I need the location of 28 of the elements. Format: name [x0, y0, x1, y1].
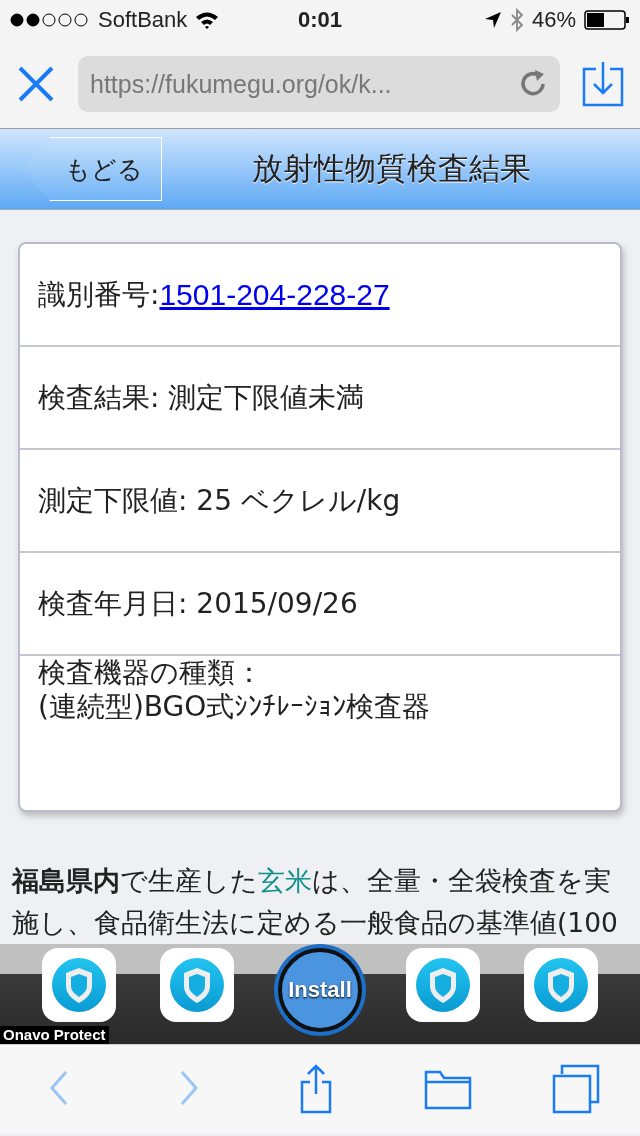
- battery-icon: [584, 10, 630, 30]
- shield-app-icon[interactable]: [524, 948, 598, 1022]
- shield-app-icon[interactable]: [160, 948, 234, 1022]
- carrier-name: SoftBank: [98, 7, 188, 33]
- field-label: 検査機器の種類：: [38, 656, 263, 690]
- close-icon[interactable]: [16, 64, 56, 104]
- paragraph-line: 福島県内で生産した玄米は、全量・全袋検査を実: [12, 864, 612, 898]
- location-icon: [483, 11, 502, 29]
- paragraph-line: 施し、食品衛生法に定める一般食品の基準値(100: [12, 906, 619, 940]
- signal-icon: [10, 13, 90, 27]
- app-name: Onavo Protect: [0, 1026, 109, 1044]
- shield-app-icon[interactable]: [406, 948, 480, 1022]
- back-button[interactable]: もどる: [22, 137, 162, 201]
- result-text: 検査結果: 測定下限値未満: [38, 379, 365, 416]
- shield-app-icon[interactable]: [42, 948, 116, 1022]
- field-value: (連続型)BGO式ｼﾝﾁﾚｰｼｮﾝ検査器: [38, 689, 431, 724]
- clock-time: 0:01: [298, 7, 343, 33]
- download-icon[interactable]: [582, 61, 624, 107]
- wifi-icon: [195, 11, 220, 29]
- battery-percent: 46%: [531, 7, 576, 33]
- tabs-icon[interactable]: [552, 1064, 600, 1114]
- page-title: 放射性物質検査結果: [250, 149, 532, 188]
- bluetooth-icon: [509, 8, 524, 32]
- result-text: 測定下限値: 25 ベクレル/kg: [38, 482, 401, 519]
- field-label: 識別番号:: [38, 276, 160, 313]
- id-link[interactable]: 1501-204-228-27: [159, 277, 390, 312]
- ad-banner[interactable]: Install Onavo Protect: [0, 944, 640, 1044]
- result-text: 検査年月日: 2015/09/26: [38, 585, 358, 622]
